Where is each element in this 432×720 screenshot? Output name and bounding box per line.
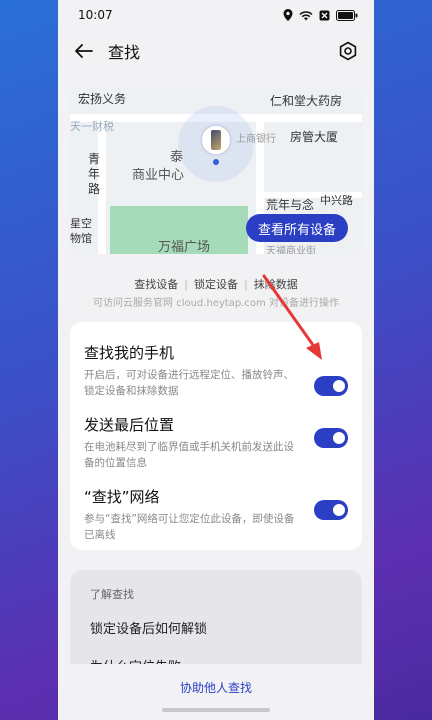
- setting-send-last-location: 发送最后位置 在电池耗尽到了临界值或手机关机前发送此设备的位置信息: [84, 414, 348, 471]
- setting-title: “查找”网络: [84, 488, 160, 506]
- settings-button[interactable]: [336, 39, 360, 63]
- device-map[interactable]: 宏扬义务 仁和堂大药房 天一财税 上商银行 房管大厦 青年路 泰 商业中心 荒年…: [70, 88, 362, 254]
- send-last-location-toggle[interactable]: [314, 428, 348, 448]
- location-dot: [213, 159, 219, 165]
- status-icons: [283, 9, 358, 21]
- map-label: 中兴路: [320, 194, 353, 207]
- map-label: 天福商业街: [266, 246, 316, 254]
- map-label: 商业中心: [132, 168, 185, 183]
- setting-desc: 在电池耗尽到了临界值或手机关机前发送此设备的位置信息: [84, 441, 294, 469]
- lock-device-link[interactable]: 锁定设备: [194, 278, 238, 291]
- home-indicator[interactable]: [162, 708, 270, 712]
- back-button[interactable]: [72, 39, 96, 63]
- status-bar: 10:07: [58, 0, 374, 30]
- find-device-link[interactable]: 查找设备: [134, 278, 178, 291]
- setting-find-network: “查找”网络 参与“查找”网络可让您定位此设备，即使设备已离线: [84, 486, 348, 543]
- erase-data-link[interactable]: 抹除数据: [254, 278, 298, 291]
- map-label: 青年路: [88, 152, 101, 196]
- wifi-icon: [299, 10, 313, 20]
- cloud-hint: 可访问云服务官网 cloud.heytap.com 对设备进行操作: [93, 298, 339, 309]
- setting-desc: 开启后，可对设备进行远程定位、播放铃声、锁定设备和抹除数据: [84, 369, 294, 397]
- settings-card: 查找我的手机 开启后，可对设备进行远程定位、播放铃声、锁定设备和抹除数据 发送最…: [70, 322, 362, 550]
- map-label: 仁和堂大药房: [270, 94, 343, 108]
- status-time: 10:07: [78, 8, 113, 22]
- find-network-toggle[interactable]: [314, 500, 348, 520]
- setting-desc: 参与“查找”网络可让您定位此设备，即使设备已离线: [84, 513, 295, 541]
- no-sim-icon: [319, 10, 330, 20]
- find-my-phone-toggle[interactable]: [314, 376, 348, 396]
- divider: |: [184, 278, 188, 291]
- map-label: 万福广场: [158, 240, 211, 254]
- gear-icon: [339, 41, 357, 61]
- map-label: 星空物馆: [70, 217, 92, 245]
- page-title: 查找: [108, 43, 141, 62]
- setting-title: 发送最后位置: [84, 416, 175, 434]
- location-icon: [283, 9, 293, 21]
- map-label: 天一财税: [70, 120, 114, 133]
- setting-find-my-phone: 查找我的手机 开启后，可对设备进行远程定位、播放铃声、锁定设备和抹除数据: [84, 342, 348, 399]
- divider: |: [244, 278, 248, 291]
- bottom-bar: 协助他人查找: [58, 664, 374, 720]
- learn-item-unlock[interactable]: 锁定设备后如何解锁: [90, 618, 207, 637]
- battery-icon: [336, 9, 358, 21]
- learn-title: 了解查找: [90, 588, 134, 601]
- device-pin[interactable]: [200, 124, 232, 156]
- map-label: 上商银行: [236, 134, 276, 145]
- map-label: 泰: [170, 150, 184, 165]
- map-label: 房管大厦: [290, 130, 339, 144]
- setting-title: 查找我的手机: [84, 344, 175, 362]
- map-label: 宏扬义务: [78, 92, 127, 106]
- see-all-devices-button[interactable]: 查看所有设备: [245, 214, 348, 242]
- phone-screen: 10:07 查找 宏扬义务 仁和堂大药房 天一财税 上商银行 房管大厦 青年路 …: [58, 0, 374, 720]
- device-thumbnail: [211, 130, 221, 150]
- device-actions: 查找设备 | 锁定设备 | 抹除数据: [58, 276, 374, 292]
- map-label: 荒年与念: [266, 198, 315, 212]
- top-bar: 查找: [58, 30, 374, 72]
- back-arrow-icon: [75, 44, 93, 58]
- help-others-find-link[interactable]: 协助他人查找: [180, 679, 252, 696]
